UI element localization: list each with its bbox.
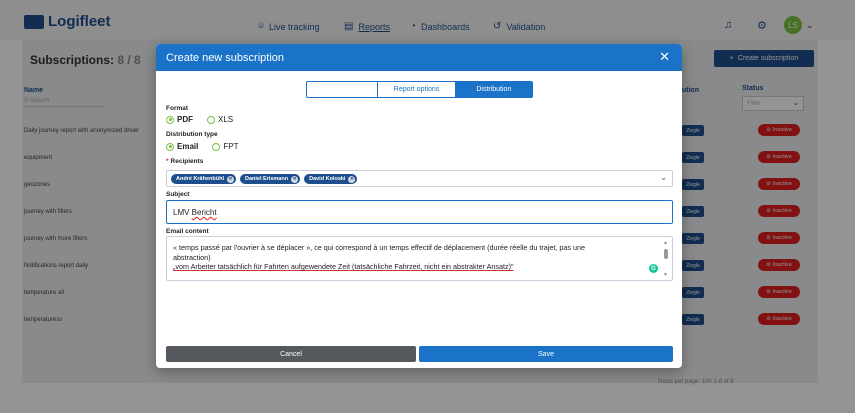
scrollbar[interactable]: ▲ ▼ xyxy=(663,240,669,278)
recipient-chip: Daniel Erismann ✕ xyxy=(239,174,301,184)
distribution-type-label: Distribution type xyxy=(166,131,218,138)
close-icon[interactable]: ✕ xyxy=(659,50,670,63)
scroll-up-icon[interactable]: ▲ xyxy=(663,240,668,246)
distribution-radio-email[interactable]: Email xyxy=(166,142,198,151)
recipient-chips: André Krähenbühl ✕ Daniel Erismann ✕ Dav… xyxy=(171,174,358,184)
chevron-down-icon[interactable]: ⌄ xyxy=(660,173,667,182)
email-content-label: Email content xyxy=(166,228,209,235)
distribution-fpt-label: FPT xyxy=(223,142,239,151)
radio-unselected-icon xyxy=(212,142,221,151)
modal-tabs: Report options Distribution xyxy=(306,81,533,98)
subject-input[interactable]: LMV Bericht xyxy=(166,200,673,224)
remove-chip-icon[interactable]: ✕ xyxy=(291,175,299,183)
recipients-label-text: Recipients xyxy=(170,158,204,165)
recipient-chip-label: David Koloski xyxy=(309,176,346,182)
cancel-button[interactable]: Cancel xyxy=(166,346,416,362)
tab-general[interactable] xyxy=(307,82,379,97)
format-label: Format xyxy=(166,105,189,112)
recipients-select[interactable]: André Krähenbühl ✕ Daniel Erismann ✕ Dav… xyxy=(166,170,673,187)
email-content-text: « temps passé par l'ouvrier à se déplace… xyxy=(173,243,651,272)
distribution-type-radio-group: Email FPT xyxy=(166,142,238,151)
format-radio-pdf[interactable]: PDF xyxy=(166,115,193,124)
create-subscription-modal: Create new subscription ✕ Report options… xyxy=(156,44,682,368)
modal-title: Create new subscription xyxy=(166,52,285,64)
scrollbar-thumb[interactable] xyxy=(664,249,668,259)
email-line: „vom Arbeiter tatsächlich für Fahrten au… xyxy=(173,262,514,271)
required-mark: * xyxy=(166,158,169,165)
email-content-textarea[interactable]: « temps passé par l'ouvrier à se déplace… xyxy=(166,236,673,281)
format-radio-group: PDF XLS xyxy=(166,115,233,124)
subject-value-flagged: Bericht xyxy=(191,208,217,217)
recipients-label: * Recipients xyxy=(166,158,203,165)
modal-header: Create new subscription ✕ xyxy=(156,44,682,71)
distribution-email-label: Email xyxy=(177,142,199,151)
recipient-chip-label: Daniel Erismann xyxy=(244,176,289,182)
radio-selected-icon xyxy=(166,142,174,151)
recipient-chip: David Koloski ✕ xyxy=(304,174,358,184)
subject-label: Subject xyxy=(166,191,190,198)
radio-unselected-icon xyxy=(207,115,215,124)
format-xls-label: XLS xyxy=(218,115,234,124)
save-button[interactable]: Save xyxy=(419,346,673,362)
recipient-chip: André Krähenbühl ✕ xyxy=(171,174,236,184)
grammarly-icon[interactable]: G xyxy=(649,264,658,273)
email-line: « temps passé par l'ouvrier à se déplace… xyxy=(173,243,585,252)
radio-selected-icon xyxy=(166,115,174,124)
email-line: abstraction) xyxy=(173,252,211,262)
remove-chip-icon[interactable]: ✕ xyxy=(226,175,234,183)
recipient-chip-label: André Krähenbühl xyxy=(176,176,224,182)
tab-report-options[interactable]: Report options xyxy=(378,82,456,97)
subject-value: LMV xyxy=(173,208,192,217)
scroll-down-icon[interactable]: ▼ xyxy=(663,272,668,278)
distribution-radio-fpt[interactable]: FPT xyxy=(212,142,238,151)
remove-chip-icon[interactable]: ✕ xyxy=(348,175,356,183)
format-pdf-label: PDF xyxy=(177,115,193,124)
format-radio-xls[interactable]: XLS xyxy=(207,115,233,124)
tab-distribution[interactable]: Distribution xyxy=(455,82,532,97)
